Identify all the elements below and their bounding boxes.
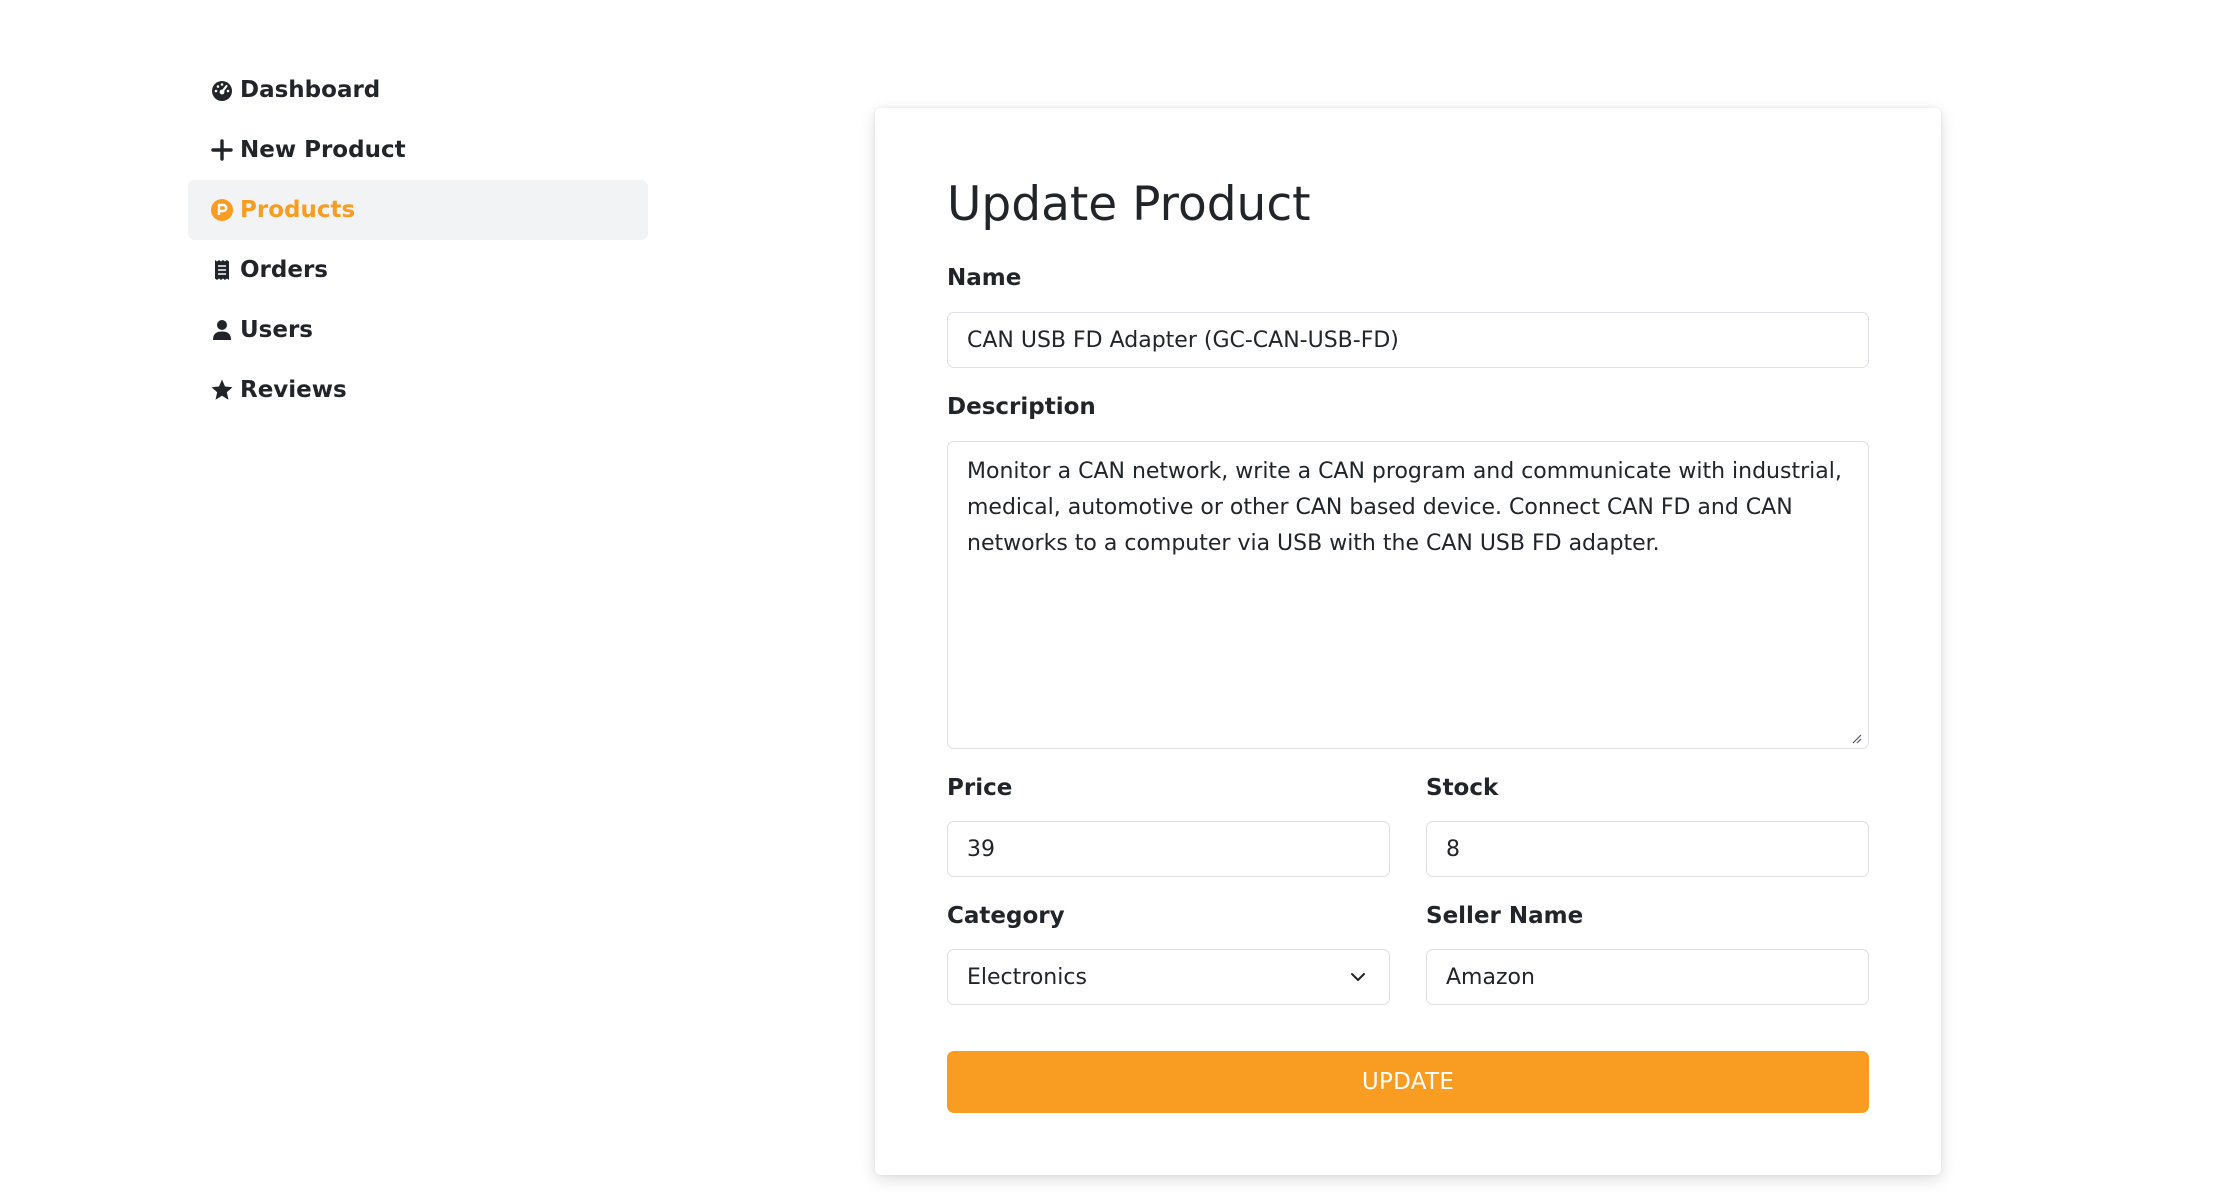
name-input[interactable]: CAN USB FD Adapter (GC-CAN-USB-FD)	[947, 312, 1869, 368]
sidebar-item-label: New Product	[240, 137, 406, 163]
price-input[interactable]: 39	[947, 821, 1390, 877]
sidebar-item-products[interactable]: Products	[188, 180, 648, 240]
category-select-value: Electronics	[967, 964, 1087, 990]
name-label: Name	[947, 265, 1022, 291]
price-input-value: 39	[967, 836, 995, 862]
chevron-down-icon	[1351, 973, 1365, 981]
category-label: Category	[947, 903, 1065, 929]
sidebar-item-orders[interactable]: Orders	[188, 240, 648, 300]
seller-name-input-value: Amazon	[1446, 964, 1535, 990]
sidebar-item-label: Orders	[240, 257, 328, 283]
page: Dashboard New Product Products Orders Us…	[0, 0, 2214, 1192]
description-textarea-value: Monitor a CAN network, write a CAN progr…	[967, 459, 1842, 556]
sidebar-item-reviews[interactable]: Reviews	[188, 360, 648, 420]
page-title: Update Product	[947, 177, 1311, 232]
description-label: Description	[947, 394, 1096, 420]
product-p-icon	[210, 198, 234, 222]
stock-input-value: 8	[1446, 836, 1460, 862]
sidebar: Dashboard New Product Products Orders Us…	[188, 60, 648, 420]
seller-name-label: Seller Name	[1426, 903, 1584, 929]
user-icon	[210, 318, 234, 342]
sidebar-item-users[interactable]: Users	[188, 300, 648, 360]
sidebar-item-label: Dashboard	[240, 77, 381, 103]
seller-name-input[interactable]: Amazon	[1426, 949, 1869, 1005]
sidebar-item-dashboard[interactable]: Dashboard	[188, 60, 648, 120]
name-input-value: CAN USB FD Adapter (GC-CAN-USB-FD)	[967, 327, 1399, 353]
update-product-card: Update Product Name CAN USB FD Adapter (…	[875, 108, 1941, 1175]
plus-icon	[210, 138, 234, 162]
sidebar-item-label: Products	[240, 197, 356, 223]
dashboard-gauge-icon	[210, 78, 234, 102]
sidebar-item-new-product[interactable]: New Product	[188, 120, 648, 180]
stock-label: Stock	[1426, 775, 1499, 801]
star-icon	[210, 378, 234, 402]
sidebar-item-label: Users	[240, 317, 313, 343]
receipt-icon	[210, 258, 234, 282]
stock-input[interactable]: 8	[1426, 821, 1869, 877]
price-label: Price	[947, 775, 1013, 801]
resize-grip-icon[interactable]	[1850, 732, 1862, 744]
description-textarea[interactable]: Monitor a CAN network, write a CAN progr…	[947, 441, 1869, 749]
sidebar-item-label: Reviews	[240, 377, 347, 403]
category-select[interactable]: Electronics	[947, 949, 1390, 1005]
update-button[interactable]: UPDATE	[947, 1051, 1869, 1113]
